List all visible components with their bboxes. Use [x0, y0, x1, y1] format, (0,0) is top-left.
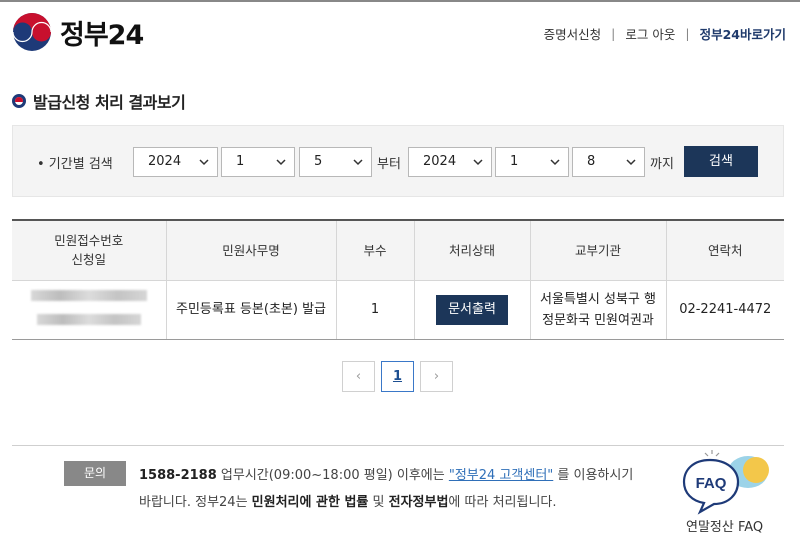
search-panel: • 기간별 검색 2024 1 5 부터 2024 1 8 까지 검색 [12, 125, 784, 197]
chevron-down-icon [550, 159, 560, 166]
to-day-select[interactable]: 8 [572, 147, 645, 177]
cell-issuing-agency: 서울특별시 성북구 행 정문화국 민원여권과 [530, 280, 667, 340]
to-year-select[interactable]: 2024 [408, 147, 492, 177]
logo[interactable]: 정부24 [12, 12, 144, 52]
results-table: 민원접수번호 신청일 민원사무명 부수 처리상태 교부기관 연락처 주민등록표 … [12, 219, 784, 340]
footer-hours-text: 업무시간(09:00~18:00 평일) 이후에는 [216, 468, 449, 483]
next-page-button[interactable]: › [420, 361, 453, 392]
search-label: • 기간별 검색 [37, 157, 113, 172]
cell-service-name: 주민등록표 등본(초본) 발급 [166, 280, 337, 340]
cell-contact: 02-2241-4472 [666, 280, 784, 340]
header-status: 처리상태 [414, 220, 531, 281]
cell-status: 문서출력 [414, 280, 531, 340]
print-document-button[interactable]: 문서출력 [436, 294, 508, 325]
to-month-select[interactable]: 1 [495, 147, 569, 177]
inquiry-badge: 문의 [64, 461, 126, 486]
page-title: 발급신청 처리 결과보기 [12, 89, 186, 113]
link-gov24-shortcut[interactable]: 정부24바로가기 [700, 24, 786, 43]
logo-text: 정부24 [60, 19, 144, 51]
header-receipt-no: 민원접수번호 신청일 [12, 220, 167, 281]
footer-line-1: 1588-2188 업무시간(09:00~18:00 평일) 이후에는 "정부2… [139, 464, 633, 483]
table-header-row: 민원접수번호 신청일 민원사무명 부수 처리상태 교부기관 연락처 [12, 220, 784, 281]
law-civil-petition: 민원처리에 관한 법률 [251, 495, 369, 510]
pagination: ‹ 1 › [342, 361, 459, 392]
faq-bubble-text: FAQ [696, 475, 727, 492]
from-year-value: 2024 [148, 154, 182, 169]
customer-center-link[interactable]: "정부24 고객센터" [449, 468, 553, 483]
chevron-down-icon [199, 159, 209, 166]
link-certificate-request[interactable]: 증명서신청 [544, 24, 602, 43]
footer-line2-e: 에 따라 처리됩니다. [448, 495, 557, 510]
header-apply-date-label: 신청일 [71, 252, 106, 268]
link-logout[interactable]: 로그 아웃 [625, 24, 675, 43]
from-month-select[interactable]: 1 [221, 147, 295, 177]
to-year-value: 2024 [423, 154, 457, 169]
footer-line2-c: 및 [368, 495, 389, 510]
header-receipt-no-label: 민원접수번호 [54, 233, 124, 249]
from-day-value: 5 [314, 154, 323, 169]
taegeuk-emblem-icon [12, 13, 52, 51]
faq-label: 연말정산 FAQ [686, 520, 764, 535]
footer-line-2: 바랍니다. 정부24는 민원처리에 관한 법률 및 전자정부법에 따라 처리됩니… [139, 491, 557, 510]
redacted-apply-date [36, 314, 141, 325]
cell-receipt-no-redacted [12, 280, 167, 340]
law-e-government: 전자정부법 [388, 495, 449, 510]
support-phone: 1588-2188 [139, 468, 217, 483]
footer-line2-a: 바랍니다. 정부24는 [139, 495, 252, 510]
header-issuing-agency: 교부기관 [530, 220, 667, 281]
cell-copies: 1 [336, 280, 415, 340]
table-row: 주민등록표 등본(초본) 발급 1 문서출력 서울특별시 성북구 행 정문화국 … [12, 280, 784, 340]
faq-bubble-icon: FAQ [682, 450, 769, 515]
footer-divider [12, 445, 784, 446]
from-month-value: 1 [236, 154, 245, 169]
separator: | [685, 26, 690, 41]
agency-line1: 서울특별시 성북구 행 [540, 291, 656, 307]
from-word: 부터 [377, 157, 401, 172]
chevron-down-icon [626, 159, 636, 166]
redacted-receipt-no [30, 290, 147, 301]
agency-line2: 정문화국 민원여권과 [542, 312, 654, 328]
to-day-value: 8 [587, 154, 596, 169]
chevron-down-icon [276, 159, 286, 166]
utility-nav: 증명서신청 | 로그 아웃 | 정부24바로가기 [544, 24, 786, 43]
year-end-tax-faq-banner[interactable]: FAQ 연말정산 FAQ [680, 448, 780, 538]
from-day-select[interactable]: 5 [299, 147, 372, 177]
header: 정부24 증명서신청 | 로그 아웃 | 정부24바로가기 [0, 2, 800, 64]
chevron-down-icon [353, 159, 363, 166]
prev-page-button[interactable]: ‹ [342, 361, 375, 392]
header-contact: 연락처 [666, 220, 784, 281]
header-service-name: 민원사무명 [166, 220, 337, 281]
from-year-select[interactable]: 2024 [133, 147, 218, 177]
separator: | [611, 26, 616, 41]
to-month-value: 1 [510, 154, 519, 169]
title-bullet-icon [12, 94, 26, 108]
footer-line1-end: 를 이용하시기 [553, 468, 634, 483]
to-word: 까지 [650, 157, 674, 172]
search-button[interactable]: 검색 [684, 146, 758, 177]
page-title-text: 발급신청 처리 결과보기 [33, 93, 186, 112]
header-copies: 부수 [336, 220, 415, 281]
chevron-down-icon [473, 159, 483, 166]
page-1-button[interactable]: 1 [381, 361, 414, 392]
